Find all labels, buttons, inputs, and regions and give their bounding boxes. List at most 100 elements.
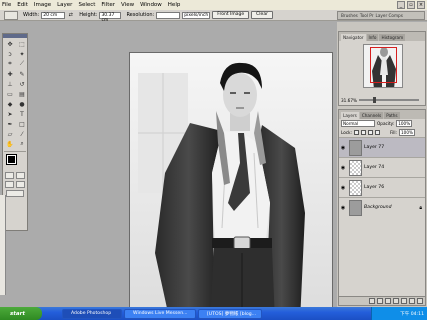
menu-edit[interactable]: Edit (17, 2, 28, 8)
blur-tool-icon[interactable]: ◆ (4, 99, 16, 109)
tab-info[interactable]: Info (366, 34, 379, 41)
eye-icon[interactable]: ◉ (339, 205, 347, 211)
blend-mode-select[interactable]: Normal (341, 120, 375, 127)
clock[interactable]: 下午 04:11 (400, 311, 424, 317)
tab-histogram[interactable]: Histogram (379, 34, 406, 41)
type-tool-icon[interactable]: T (16, 109, 28, 119)
lock-all-icon[interactable] (374, 130, 380, 135)
start-button[interactable]: start (0, 307, 42, 320)
healing-brush-tool-icon[interactable]: ✚ (4, 69, 16, 79)
tool-preset-picker[interactable] (4, 10, 18, 20)
menu-file[interactable]: File (2, 2, 11, 8)
foreground-color-swatch[interactable] (6, 154, 17, 165)
resolution-unit-select[interactable]: pixels/inch (182, 11, 211, 19)
layer-row[interactable]: ◉ Background 🔒︎ (339, 197, 425, 217)
mask-icon[interactable] (385, 298, 391, 304)
history-brush-tool-icon[interactable]: ↺ (16, 79, 28, 89)
menu-filter[interactable]: Filter (101, 2, 115, 8)
standard-mode-button[interactable] (5, 172, 14, 179)
layer-row[interactable]: ◉ Layer 77 (339, 137, 425, 157)
marquee-tool-icon[interactable]: ⬚ (16, 39, 28, 49)
navigator-zoom-slider[interactable] (359, 97, 419, 103)
clear-button[interactable]: Clear (251, 11, 273, 19)
menu-view[interactable]: View (121, 2, 134, 8)
menu-select[interactable]: Select (78, 2, 95, 8)
vertical-ruler (0, 195, 6, 295)
task-browser[interactable]: [UTOS] 夢物帳 [blog... (198, 308, 262, 319)
quick-launch[interactable] (44, 309, 60, 318)
window-controls: _ ▫ × (397, 1, 425, 9)
opacity-field[interactable]: 100% (396, 120, 413, 127)
layer-row[interactable]: ◉ Layer 76 (339, 177, 425, 197)
well-tab-layer-comps[interactable]: Layer Comps (375, 13, 402, 18)
quick-mask-button[interactable] (16, 172, 25, 179)
palette-well: Brushes Tool Pr Layer Comps (337, 11, 425, 20)
notes-tool-icon[interactable]: ▱ (4, 129, 16, 139)
lock-icon: 🔒︎ (419, 204, 422, 211)
menu-image[interactable]: Image (34, 2, 51, 8)
eraser-tool-icon[interactable]: ▭ (4, 89, 16, 99)
well-tab-brushes[interactable]: Brushes (341, 13, 358, 18)
eyedropper-tool-icon[interactable]: ⁄ (16, 129, 28, 139)
tab-paths[interactable]: Paths (384, 112, 400, 119)
dodge-tool-icon[interactable]: ● (16, 99, 28, 109)
layer-name: Layer 77 (364, 145, 385, 150)
tool-grid: ✥ ⬚ ↄ ✦ ⌗ ⟋ ✚ ✎ ⊥ ↺ ▭ ▤ ◆ ● ➤ T ✒ □ ▱ ⁄ … (3, 38, 27, 150)
width-field[interactable]: 20 cm (41, 11, 66, 19)
task-photoshop[interactable]: Adobe Photoshop (62, 308, 122, 319)
folder-icon[interactable] (393, 298, 399, 304)
task-messenger[interactable]: Windows Live Messen... (124, 308, 196, 319)
new-layer-icon[interactable] (409, 298, 415, 304)
lock-position-icon[interactable] (367, 130, 373, 135)
slice-tool-icon[interactable]: ⟋ (16, 59, 28, 69)
screen-mode-full-button[interactable] (16, 181, 25, 188)
zoom-tool-icon[interactable]: ⌕ (16, 139, 28, 149)
navigator-zoom-thumb[interactable] (373, 97, 376, 103)
link-icon[interactable] (369, 298, 375, 304)
adjustment-icon[interactable] (401, 298, 407, 304)
minimize-icon[interactable]: _ (397, 1, 405, 9)
well-tab-tool-presets[interactable]: Tool Pr (360, 13, 374, 18)
swap-dimensions-icon[interactable]: ⇄ (67, 12, 74, 19)
eye-icon[interactable]: ◉ (339, 145, 347, 151)
menu-layer[interactable]: Layer (57, 2, 72, 8)
move-tool-icon[interactable]: ✥ (4, 39, 16, 49)
layer-row[interactable]: ◉ Layer 74 (339, 157, 425, 177)
navigator-zoom-value[interactable]: 31.67% (341, 98, 357, 103)
magic-wand-tool-icon[interactable]: ✦ (16, 49, 28, 59)
restore-icon[interactable]: ▫ (407, 1, 415, 9)
lock-transparency-icon[interactable] (353, 130, 359, 135)
eye-icon[interactable]: ◉ (339, 185, 347, 191)
tab-layers[interactable]: Layers (341, 112, 359, 119)
navigator-view-frame[interactable] (370, 47, 397, 83)
lock-pixels-icon[interactable] (360, 130, 366, 135)
pen-tool-icon[interactable]: ✒ (4, 119, 16, 129)
shape-tool-icon[interactable]: □ (16, 119, 28, 129)
tab-channels[interactable]: Channels (359, 112, 384, 119)
trash-icon[interactable] (417, 298, 423, 304)
height-field[interactable]: 30.37 cm (99, 11, 122, 23)
palettes-dock: Navigator Info Histogram 31.67% Layers C… (337, 22, 427, 307)
canvas-workspace[interactable] (30, 22, 336, 320)
jump-to-imageready-button[interactable] (6, 190, 24, 197)
menu-window[interactable]: Window (140, 2, 162, 8)
layer-name: Background (364, 205, 392, 210)
layer-style-icon[interactable] (377, 298, 383, 304)
lasso-tool-icon[interactable]: ↄ (4, 49, 16, 59)
screen-mode-standard-button[interactable] (5, 181, 14, 188)
navigator-thumbnail[interactable] (363, 44, 403, 88)
crop-tool-icon[interactable]: ⌗ (4, 59, 16, 69)
document-canvas[interactable] (129, 52, 333, 320)
menu-help[interactable]: Help (168, 2, 181, 8)
front-image-button[interactable]: Front Image (212, 11, 250, 19)
gradient-tool-icon[interactable]: ▤ (16, 89, 28, 99)
fill-field[interactable]: 100% (398, 129, 415, 136)
resolution-field[interactable] (156, 11, 181, 19)
clone-stamp-tool-icon[interactable]: ⊥ (4, 79, 16, 89)
hand-tool-icon[interactable]: ✋ (4, 139, 16, 149)
eye-icon[interactable]: ◉ (339, 165, 347, 171)
path-selection-tool-icon[interactable]: ➤ (4, 109, 16, 119)
tab-navigator[interactable]: Navigator (341, 34, 366, 41)
close-icon[interactable]: × (417, 1, 425, 9)
brush-tool-icon[interactable]: ✎ (16, 69, 28, 79)
